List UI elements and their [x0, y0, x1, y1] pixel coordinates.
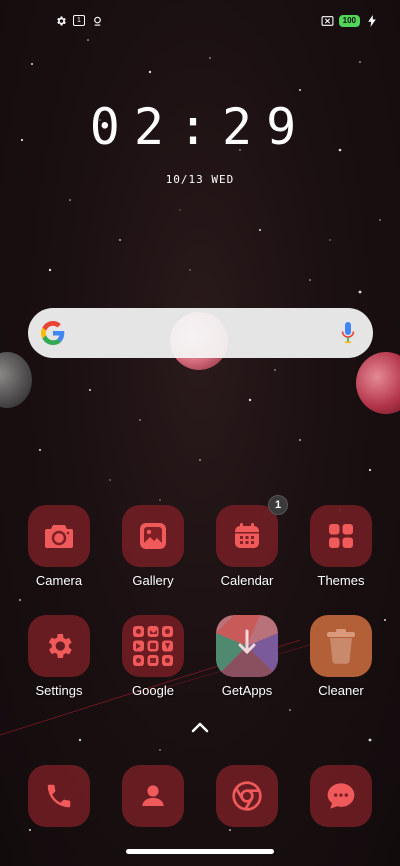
app-label: Camera	[35, 573, 83, 588]
dock-messages[interactable]	[301, 765, 381, 827]
gallery-icon	[140, 523, 166, 549]
notification-badge: 1	[268, 495, 288, 515]
settings-gear-icon	[48, 634, 72, 658]
clock-date[interactable]: 10/13 WED	[0, 173, 400, 186]
google-search-bar[interactable]	[28, 308, 373, 358]
home-indicator[interactable]	[126, 849, 274, 854]
app-settings[interactable]: Settings	[19, 615, 99, 698]
app-label: Google	[132, 683, 174, 698]
location-icon	[91, 14, 104, 27]
microphone-icon[interactable]	[341, 322, 355, 344]
google-folder-icon	[133, 626, 173, 666]
app-getapps[interactable]: GetApps	[207, 615, 287, 698]
trash-icon	[327, 629, 355, 664]
app-label: Gallery	[132, 573, 174, 588]
messages-icon	[327, 783, 355, 809]
chevron-up-icon[interactable]	[190, 720, 210, 734]
google-logo-icon	[41, 321, 65, 345]
app-camera[interactable]: Camera	[19, 505, 99, 588]
dock-phone[interactable]	[19, 765, 99, 827]
status-bar: 1 100	[0, 14, 400, 32]
app-label: Settings	[35, 683, 83, 698]
app-calendar[interactable]: 1 Calendar	[207, 495, 288, 588]
clock-time[interactable]: 02:29	[0, 98, 400, 156]
app-themes[interactable]: Themes	[301, 505, 381, 588]
gear-icon	[54, 14, 67, 27]
charging-icon	[365, 14, 378, 27]
app-google-folder[interactable]: Google	[113, 615, 193, 698]
dock-chrome[interactable]	[207, 765, 287, 827]
app-gallery[interactable]: Gallery	[113, 505, 193, 588]
calendar-app-icon	[235, 523, 259, 548]
battery-indicator: 100	[338, 14, 360, 27]
app-cleaner[interactable]: Cleaner	[301, 615, 381, 698]
camera-icon	[45, 525, 73, 548]
app-label: Calendar	[220, 573, 274, 588]
no-sim-icon	[321, 14, 334, 27]
contacts-icon	[142, 785, 164, 806]
themes-icon	[329, 524, 353, 548]
calendar-icon: 1	[73, 15, 85, 26]
getapps-icon	[216, 615, 278, 677]
phone-icon	[47, 784, 71, 808]
calendar-day: 1	[77, 16, 81, 24]
chrome-icon	[232, 781, 262, 811]
app-label: Themes	[317, 573, 365, 588]
app-label: Cleaner	[318, 683, 364, 698]
dock-contacts[interactable]	[113, 765, 193, 827]
app-label: GetApps	[221, 683, 273, 698]
